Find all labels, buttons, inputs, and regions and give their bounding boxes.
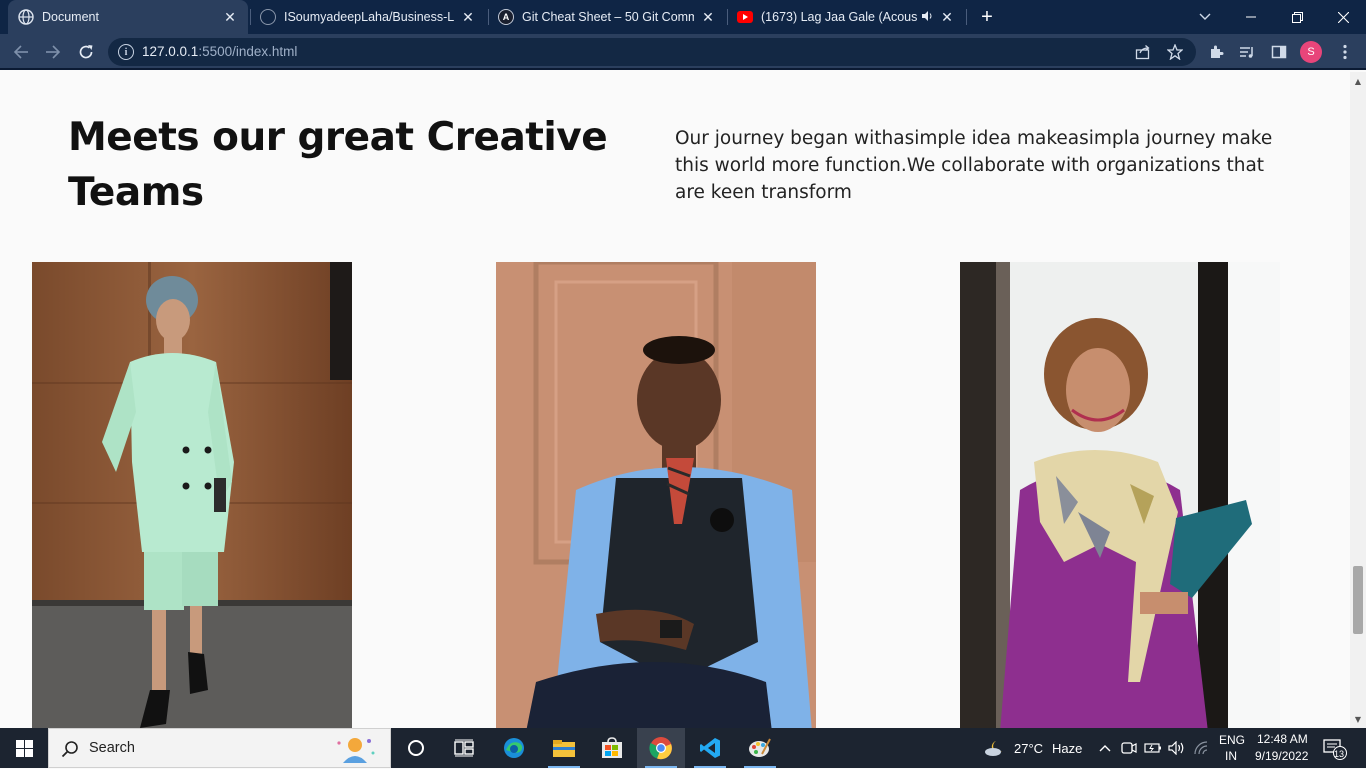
speaker-icon[interactable] <box>921 10 933 25</box>
github-icon <box>260 9 276 25</box>
start-button[interactable] <box>0 728 48 768</box>
close-window-button[interactable] <box>1320 0 1366 34</box>
close-tab-icon[interactable]: ✕ <box>222 9 238 25</box>
tab-title: ISoumyadeepLaha/Business-Land <box>284 10 454 24</box>
taskbar-app-edge[interactable] <box>490 728 538 768</box>
task-view-icon <box>454 739 474 757</box>
section-intro: Our journey began withasimple idea makea… <box>675 128 1273 203</box>
section-heading: Meets our great Creative Teams <box>68 115 608 215</box>
weather-description[interactable]: Haze <box>1052 741 1082 756</box>
task-view-button[interactable] <box>440 728 488 768</box>
language-indicator[interactable]: ENG <box>1219 733 1245 747</box>
chrome-icon <box>649 737 672 760</box>
battery-icon[interactable] <box>1144 739 1162 757</box>
menu-icon[interactable] <box>1335 42 1355 62</box>
tab-title: Document <box>42 10 99 24</box>
taskbar-app-chrome[interactable] <box>637 728 685 768</box>
search-label: Search <box>89 740 135 756</box>
extensions-icon[interactable] <box>1206 42 1226 62</box>
restore-button[interactable] <box>1274 0 1320 34</box>
minimize-button[interactable] <box>1228 0 1274 34</box>
tab-separator <box>966 9 967 25</box>
clock-time[interactable]: 12:48 AM <box>1257 732 1308 746</box>
taskbar-search-box[interactable]: Search <box>48 728 391 768</box>
chevron-down-icon[interactable] <box>1194 6 1216 28</box>
search-highlight-icon <box>325 733 381 765</box>
folder-icon <box>553 740 575 757</box>
close-tab-icon[interactable]: ✕ <box>939 9 955 25</box>
side-panel-icon[interactable] <box>1269 42 1289 62</box>
meet-now-icon[interactable] <box>1120 739 1138 757</box>
close-tab-icon[interactable]: ✕ <box>700 9 716 25</box>
team-member-photo <box>960 262 1280 728</box>
notification-count: 13 <box>1334 749 1345 759</box>
media-control-icon[interactable] <box>1237 42 1257 62</box>
address-bar[interactable]: i 127.0.0.1:5500/index.html <box>108 38 1196 66</box>
weather-temperature[interactable]: 27°C <box>1014 741 1043 756</box>
scroll-down-arrow[interactable]: ▼ <box>1350 712 1366 726</box>
wifi-icon[interactable] <box>1193 739 1211 757</box>
share-icon[interactable] <box>1134 43 1152 61</box>
search-icon <box>61 740 79 758</box>
taskbar-app-vscode[interactable] <box>686 728 734 768</box>
team-member-photo <box>496 262 816 728</box>
tab-github[interactable]: ISoumyadeepLaha/Business-Land ✕ <box>250 0 486 34</box>
web-page: Meets our great Creative Teams Our journ… <box>0 72 1350 728</box>
chevron-up-icon[interactable] <box>1096 739 1114 757</box>
store-icon <box>602 737 622 758</box>
tab-document[interactable]: Document ✕ <box>8 0 248 34</box>
back-button[interactable] <box>8 39 34 65</box>
close-tab-icon[interactable]: ✕ <box>460 9 476 25</box>
globe-icon <box>18 9 34 25</box>
taskbar-app-file-explorer[interactable] <box>540 728 588 768</box>
site-logo-icon: A <box>498 9 514 25</box>
vertical-scrollbar[interactable]: ▲ ▼ <box>1350 72 1366 728</box>
forward-button[interactable] <box>40 39 66 65</box>
url-path: :5500/index.html <box>198 44 298 59</box>
youtube-icon <box>737 11 753 23</box>
weather-icon[interactable] <box>984 739 1006 757</box>
profile-avatar[interactable]: S <box>1300 41 1322 63</box>
volume-icon[interactable] <box>1168 739 1186 757</box>
scrollbar-thumb[interactable] <box>1353 566 1363 634</box>
vscode-icon <box>700 738 720 758</box>
url-text[interactable]: 127.0.0.1:5500/index.html <box>142 44 297 59</box>
windows-taskbar: Search 27°C Haze ENG IN 12:48 AM 9/19/20… <box>0 728 1366 768</box>
region-indicator[interactable]: IN <box>1225 749 1237 763</box>
bookmark-star-icon[interactable] <box>1166 43 1184 61</box>
scroll-up-arrow[interactable]: ▲ <box>1350 74 1366 88</box>
new-tab-button[interactable]: + <box>976 6 998 28</box>
tab-youtube[interactable]: (1673) Lag Jaa Gale (Acoustic ✕ <box>727 0 965 34</box>
taskbar-app-paint[interactable] <box>736 728 784 768</box>
info-icon[interactable]: i <box>118 44 134 60</box>
tab-git-cheat-sheet[interactable]: A Git Cheat Sheet – 50 Git Comman ✕ <box>488 0 726 34</box>
team-member-photo <box>32 262 352 728</box>
url-host: 127.0.0.1 <box>142 44 199 59</box>
reload-button[interactable] <box>73 39 99 65</box>
cortana-button[interactable] <box>392 728 440 768</box>
edge-icon <box>504 738 524 758</box>
taskbar-app-store[interactable] <box>588 728 636 768</box>
tab-title: Git Cheat Sheet – 50 Git Comman <box>522 10 694 24</box>
clock-date[interactable]: 9/19/2022 <box>1255 749 1308 763</box>
tab-title: (1673) Lag Jaa Gale (Acoustic <box>761 10 917 24</box>
window-controls <box>1228 0 1366 34</box>
cortana-icon <box>408 740 424 756</box>
tab-strip: Document ✕ ISoumyadeepLaha/Business-Land… <box>0 0 1366 34</box>
windows-logo-icon <box>15 739 33 757</box>
paint-icon <box>749 738 771 757</box>
browser-toolbar: i 127.0.0.1:5500/index.html S <box>0 34 1366 70</box>
